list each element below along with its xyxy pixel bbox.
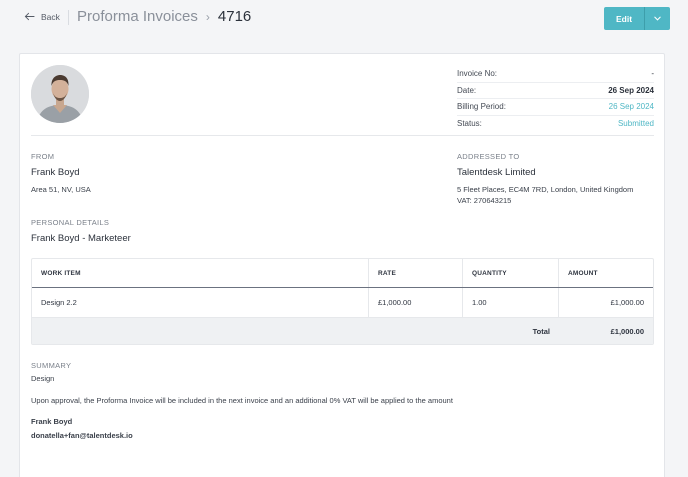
- addressed-vat: VAT: 270643215: [457, 196, 512, 205]
- approval-note: Upon approval, the Proforma Invoice will…: [31, 396, 453, 405]
- addressed-heading: ADDRESSED TO: [457, 152, 520, 161]
- summary-text: Design: [31, 374, 55, 383]
- edit-button-group: Edit: [604, 7, 670, 30]
- column-header-quantity: QUANTITY: [463, 259, 559, 287]
- column-header-work-item: WORK ITEM: [32, 259, 369, 287]
- cell-work-item: Design 2.2: [32, 288, 369, 317]
- breadcrumb-parent[interactable]: Proforma Invoices: [77, 8, 198, 25]
- status-badge: Submitted: [617, 119, 654, 129]
- edit-dropdown-toggle[interactable]: [644, 7, 670, 30]
- meta-row-status: Status: Submitted: [457, 116, 654, 133]
- addressed-address: 5 Fleet Places, EC4M 7RD, London, United…: [457, 185, 634, 194]
- cell-rate: £1,000.00: [369, 288, 463, 317]
- total-value: £1,000.00: [610, 326, 644, 336]
- avatar: [31, 65, 89, 123]
- summary-heading: SUMMARY: [31, 361, 72, 370]
- edit-button[interactable]: Edit: [604, 7, 644, 30]
- invoice-date: 26 Sep 2024: [608, 85, 654, 95]
- table-header-row: WORK ITEM RATE QUANTITY AMOUNT: [32, 259, 653, 288]
- from-address: Area 51, NV, USA: [31, 185, 91, 194]
- top-bar: Back Proforma Invoices › 4716 Edit: [0, 0, 688, 36]
- personal-heading: PERSONAL DETAILS: [31, 218, 110, 227]
- table-total-row: Total £1,000.00: [32, 318, 653, 344]
- user-photo-icon: [31, 65, 89, 123]
- breadcrumb: Proforma Invoices › 4716: [77, 8, 251, 25]
- invoice-meta: Invoice No: - Date: 26 Sep 2024 Billing …: [457, 66, 654, 132]
- personal-details: Frank Boyd - Marketeer: [31, 233, 131, 244]
- meta-label: Status:: [457, 119, 482, 129]
- back-label: Back: [41, 11, 60, 22]
- meta-label: Date:: [457, 85, 477, 95]
- back-button[interactable]: Back: [24, 11, 60, 22]
- total-label: Total: [532, 326, 550, 336]
- signer-email: donatella+fan@talentdesk.io: [31, 431, 133, 440]
- cell-amount: £1,000.00: [610, 298, 644, 307]
- cell-quantity: 1.00: [463, 288, 559, 317]
- from-name: Frank Boyd: [31, 167, 80, 178]
- section-divider: [31, 135, 654, 136]
- addressed-name: Talentdesk Limited: [457, 167, 536, 178]
- page-title: 4716: [217, 8, 252, 25]
- chevron-right-icon: ›: [205, 9, 210, 24]
- signer-name: Frank Boyd: [31, 417, 73, 426]
- invoice-card: Invoice No: - Date: 26 Sep 2024 Billing …: [19, 53, 665, 477]
- meta-label: Billing Period:: [457, 102, 506, 112]
- work-items-table: WORK ITEM RATE QUANTITY AMOUNT Design 2.…: [31, 258, 654, 345]
- column-header-amount: AMOUNT: [568, 269, 598, 277]
- meta-row-invoice-no: Invoice No: -: [457, 66, 654, 83]
- meta-row-billing-period: Billing Period: 26 Sep 2024: [457, 99, 654, 116]
- from-heading: FROM: [31, 152, 55, 161]
- billing-period-link[interactable]: 26 Sep 2024: [609, 102, 654, 111]
- invoice-number: -: [651, 69, 654, 79]
- header-divider: [68, 10, 69, 25]
- column-header-rate: RATE: [369, 259, 463, 287]
- table-row: Design 2.2 £1,000.00 1.00 £1,000.00: [32, 288, 653, 318]
- chevron-down-icon: [654, 16, 661, 21]
- meta-row-date: Date: 26 Sep 2024: [457, 83, 654, 99]
- meta-label: Invoice No:: [457, 69, 498, 79]
- arrow-left-icon: [24, 12, 35, 21]
